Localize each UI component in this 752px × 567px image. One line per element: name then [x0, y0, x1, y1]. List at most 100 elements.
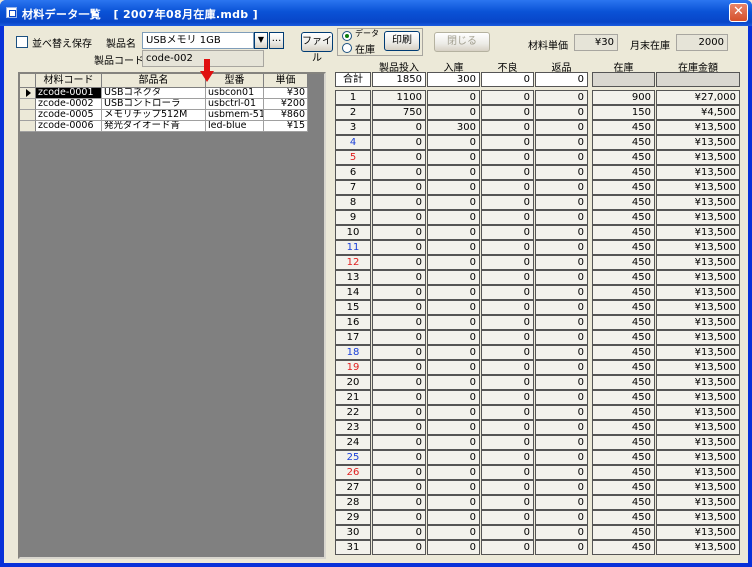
radio-data-label: データ [355, 29, 379, 38]
day-number: 13 [335, 270, 371, 285]
print-button[interactable]: 印刷 [384, 31, 420, 51]
stock-cell: 0 [535, 225, 588, 240]
stock-cell: 0 [481, 375, 534, 390]
stock-cell: ¥13,500 [656, 435, 740, 450]
stock-cell: 0 [427, 165, 480, 180]
row-selector[interactable] [20, 121, 36, 132]
day-number: 1 [335, 90, 371, 105]
close-window-button[interactable]: ✕ [729, 3, 748, 22]
stock-cell: ¥13,500 [656, 210, 740, 225]
day-row: 20 0 0 0 0 450 ¥13,500 [335, 375, 740, 390]
day-row: 13 0 0 0 0 450 ¥13,500 [335, 270, 740, 285]
stock-cell: 0 [427, 435, 480, 450]
stock-cell: 0 [372, 390, 426, 405]
chevron-down-icon: ▼ [257, 35, 265, 44]
stock-cell: 0 [372, 210, 426, 225]
materials-row[interactable]: zcode-0001 USBコネクタ usbcon01 ¥30 [20, 88, 308, 99]
materials-cell[interactable]: zcode-0005 [36, 110, 102, 121]
stock-cell: 0 [481, 195, 534, 210]
stock-cell: 450 [592, 510, 655, 525]
radio-data[interactable] [342, 31, 352, 41]
day-row: 3 0 300 0 0 450 ¥13,500 [335, 120, 740, 135]
stock-cell: 0 [535, 510, 588, 525]
materials-cell[interactable]: zcode-0002 [36, 99, 102, 110]
stock-cell: 0 [427, 420, 480, 435]
stock-cell: 450 [592, 360, 655, 375]
stock-cell: 0 [372, 330, 426, 345]
materials-cell[interactable]: led-blue [206, 121, 264, 132]
materials-cell[interactable]: ¥30 [264, 88, 308, 99]
stock-cell: ¥13,500 [656, 180, 740, 195]
materials-cell[interactable]: zcode-0001 [36, 88, 102, 99]
materials-column-header[interactable]: 材料コード [36, 74, 102, 88]
stock-cell: 900 [592, 90, 655, 105]
row-selector[interactable] [20, 88, 36, 99]
row-selector[interactable] [20, 110, 36, 121]
stock-cell: 450 [592, 150, 655, 165]
day-row: 8 0 0 0 0 450 ¥13,500 [335, 195, 740, 210]
stock-cell: 0 [372, 270, 426, 285]
day-row: 24 0 0 0 0 450 ¥13,500 [335, 435, 740, 450]
stock-cell: 450 [592, 285, 655, 300]
materials-column-header[interactable]: 単価 [264, 74, 308, 88]
stock-cell: 0 [372, 345, 426, 360]
stock-cell: 0 [372, 150, 426, 165]
browse-button[interactable]: ... [269, 32, 284, 49]
sort-save-label: 並べ替え保存 [32, 39, 92, 50]
close-button[interactable]: 閉じる [434, 32, 490, 52]
materials-cell[interactable]: 発光ダイオード青 [102, 121, 206, 132]
materials-row[interactable]: zcode-0002 USBコントローラ usbctrl-01 ¥200 [20, 99, 308, 110]
stock-cell: ¥13,500 [656, 315, 740, 330]
materials-cell[interactable]: メモリチップ512M [102, 110, 206, 121]
stock-cell: ¥13,500 [656, 495, 740, 510]
materials-column-header[interactable]: 部品名 [102, 74, 206, 88]
stock-cell: 0 [372, 540, 426, 555]
stock-cell: 0 [427, 360, 480, 375]
materials-cell[interactable]: USBコネクタ [102, 88, 206, 99]
stock-cell: 0 [481, 90, 534, 105]
materials-cell[interactable]: ¥200 [264, 99, 308, 110]
stock-cell: 0 [427, 270, 480, 285]
materials-cell[interactable]: ¥860 [264, 110, 308, 121]
file-button[interactable]: ファイル [301, 32, 333, 64]
unit-price-label: 材料単価 [528, 41, 568, 52]
stock-cell: 0 [427, 390, 480, 405]
stock-cell: 450 [592, 465, 655, 480]
materials-cell[interactable]: usbcon01 [206, 88, 264, 99]
materials-cell[interactable]: zcode-0006 [36, 121, 102, 132]
row-selector[interactable] [20, 99, 36, 110]
materials-column-header[interactable]: 型番 [206, 74, 264, 88]
sort-save-checkbox[interactable] [16, 36, 28, 48]
day-number: 10 [335, 225, 371, 240]
combobox-dropdown-button[interactable]: ▼ [254, 32, 268, 49]
materials-cell[interactable]: usbctrl-01 [206, 99, 264, 110]
materials-cell[interactable]: usbmem-51 [206, 110, 264, 121]
product-name-combobox[interactable]: USBメモリ 1GB [142, 32, 254, 49]
stock-cell: 0 [372, 165, 426, 180]
stock-cell: 450 [592, 300, 655, 315]
stock-cell: 0 [427, 540, 480, 555]
stock-cell: 0 [372, 465, 426, 480]
radio-stock[interactable] [342, 43, 352, 53]
materials-row[interactable]: zcode-0006 発光ダイオード青 led-blue ¥15 [20, 121, 308, 132]
stock-cell: 0 [481, 345, 534, 360]
stock-cell: 1850 [372, 72, 426, 87]
day-row: 27 0 0 0 0 450 ¥13,500 [335, 480, 740, 495]
stock-cell: 0 [481, 330, 534, 345]
stock-cell: 300 [427, 72, 480, 87]
materials-row[interactable]: zcode-0005 メモリチップ512M usbmem-51 ¥860 [20, 110, 308, 121]
stock-cell: 0 [481, 390, 534, 405]
stock-cell: 0 [427, 255, 480, 270]
stock-cell: 0 [481, 510, 534, 525]
materials-cell[interactable]: ¥15 [264, 121, 308, 132]
stock-cell: ¥13,500 [656, 195, 740, 210]
title-bar[interactable]: 材料データ一覧 [ 2007年08月在庫.mdb ] ✕ [0, 0, 752, 26]
stock-cell: 0 [372, 525, 426, 540]
day-row: 7 0 0 0 0 450 ¥13,500 [335, 180, 740, 195]
materials-cell[interactable]: USBコントローラ [102, 99, 206, 110]
stock-cell: 0 [481, 450, 534, 465]
stock-cell: 0 [535, 465, 588, 480]
day-row: 12 0 0 0 0 450 ¥13,500 [335, 255, 740, 270]
day-row: 1 1100 0 0 0 900 ¥27,000 [335, 90, 740, 105]
materials-grid[interactable]: 材料コード 部品名 型番 単価 zcode-0001 USBコネクタ usbcon01 ¥3… [18, 72, 326, 559]
